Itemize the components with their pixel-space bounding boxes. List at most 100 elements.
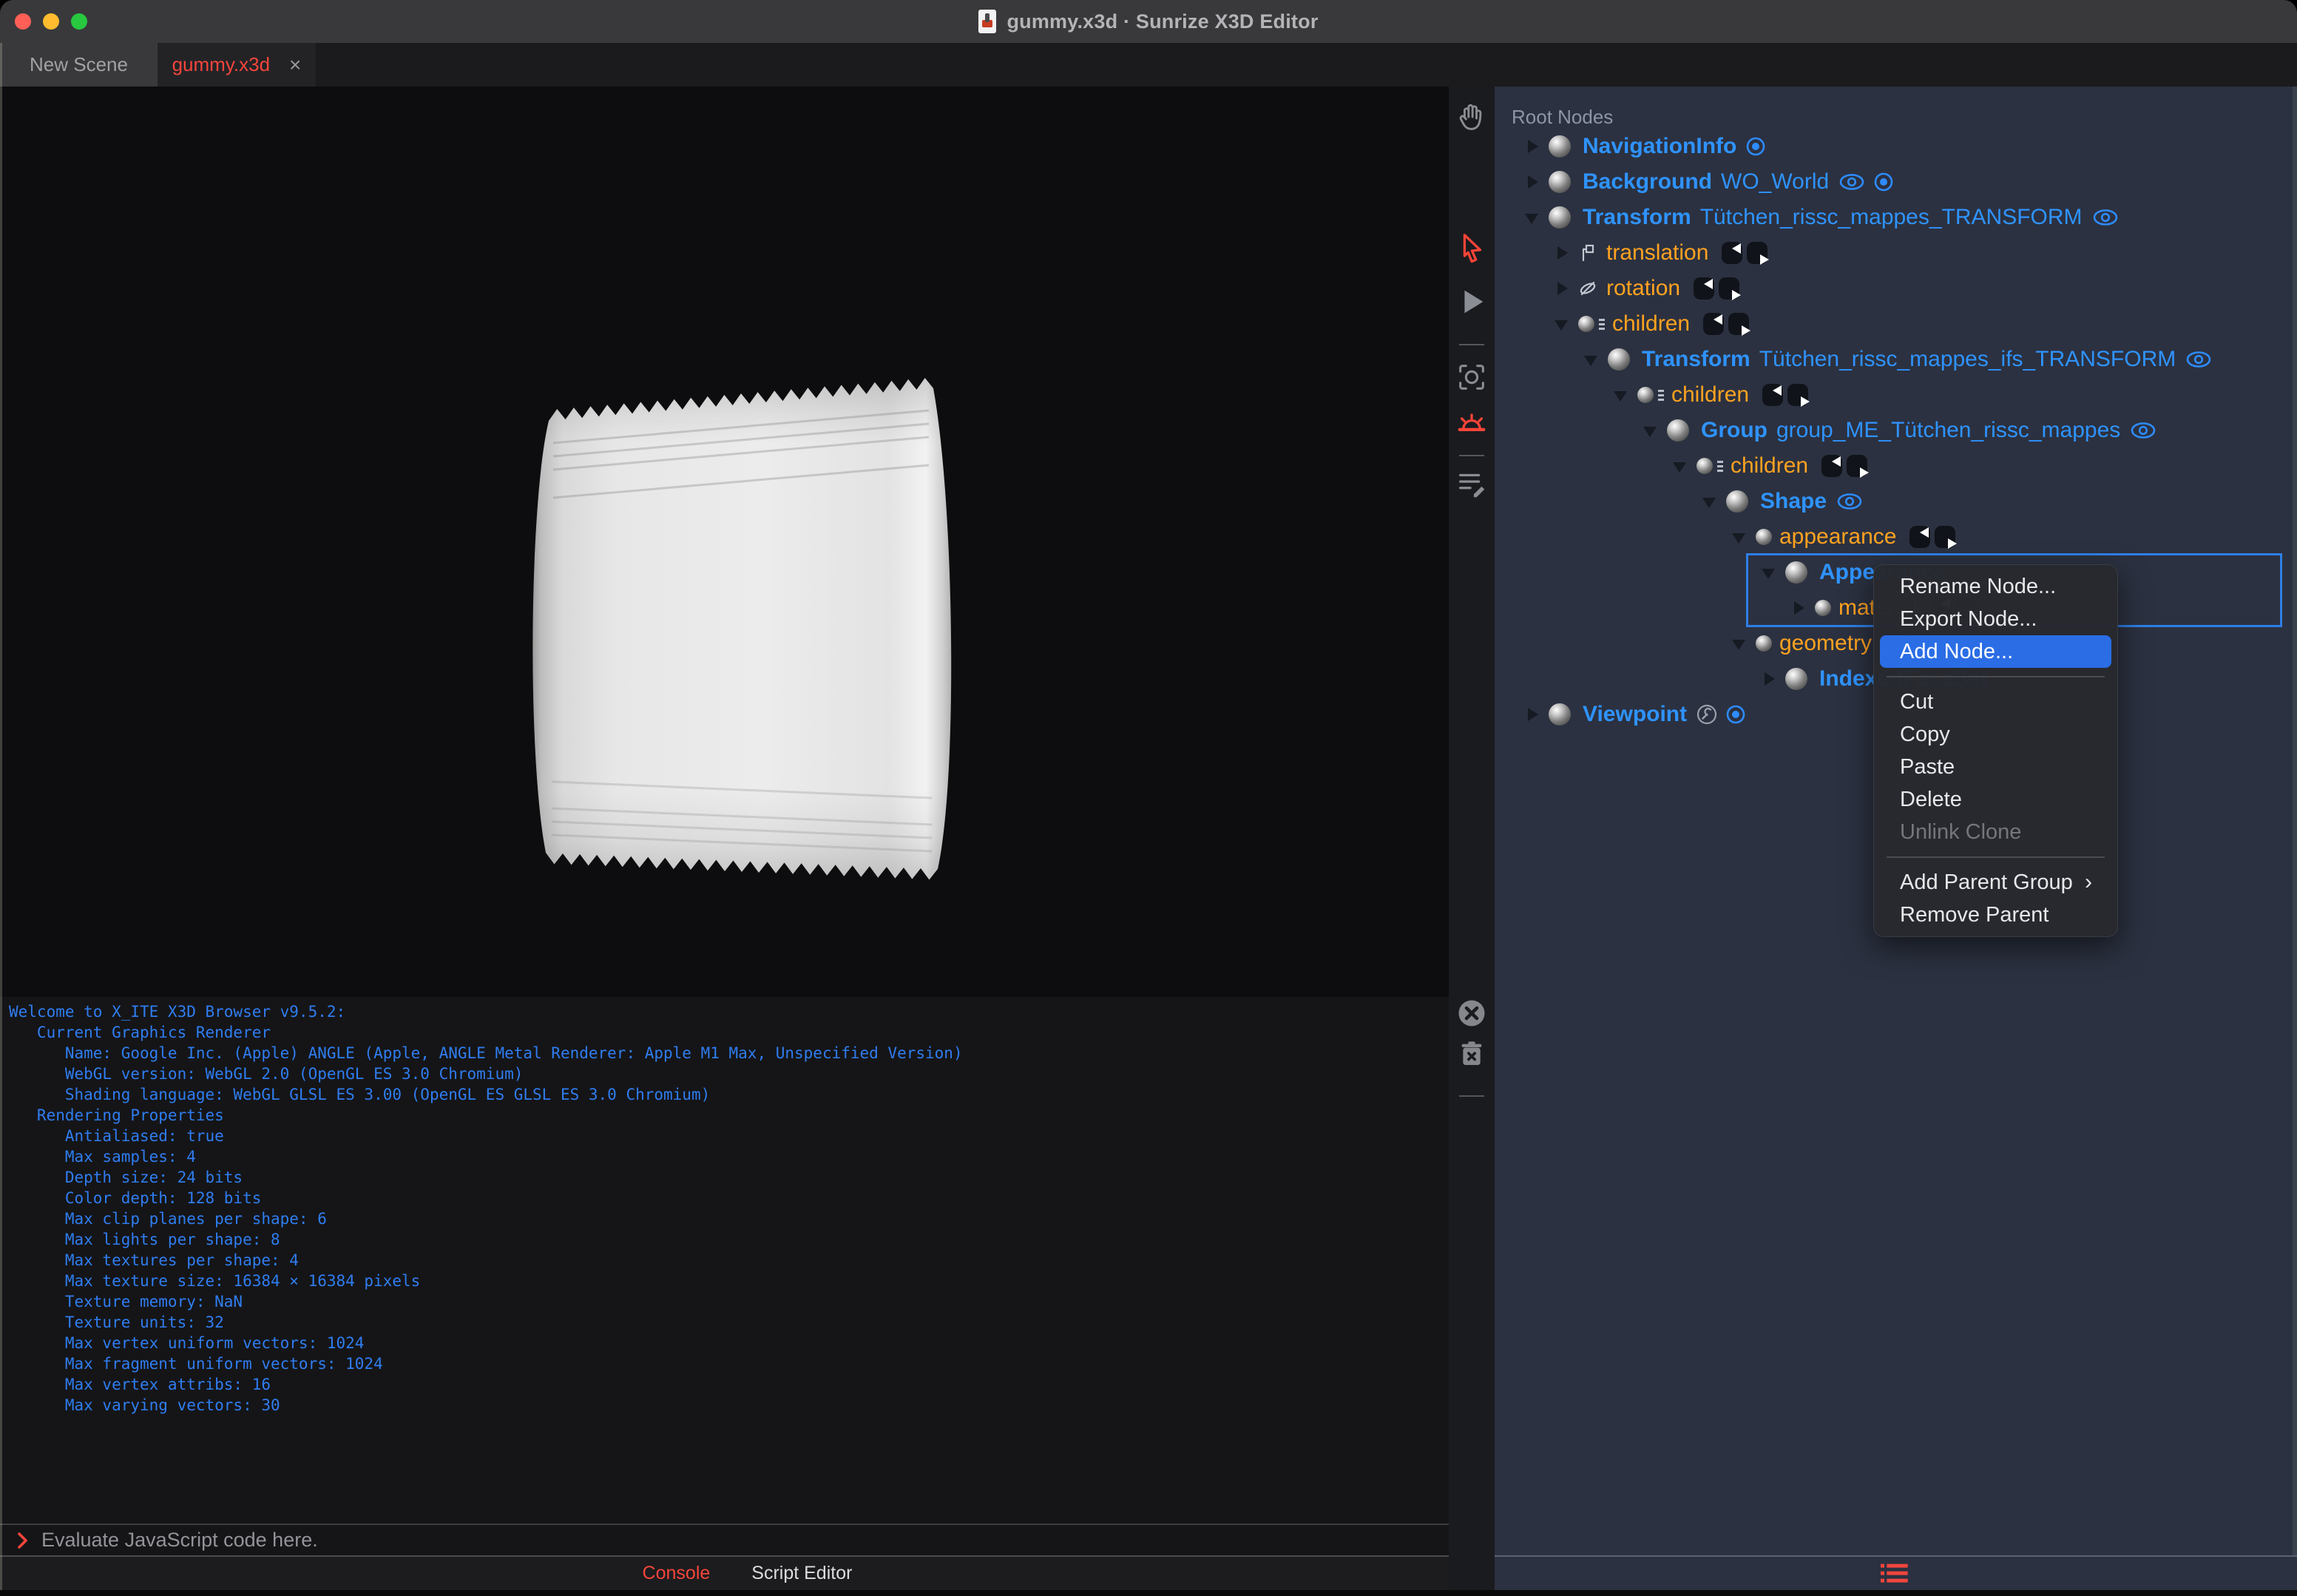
collapse-arrow-icon[interactable] xyxy=(1525,210,1540,225)
eye-icon[interactable] xyxy=(2129,421,2157,440)
menu-item-add-node[interactable]: Add Node... xyxy=(1880,635,2111,668)
collapse-arrow-icon[interactable] xyxy=(1673,459,1688,473)
expand-arrow-icon[interactable] xyxy=(1555,246,1569,260)
node-sphere-icon xyxy=(1785,668,1807,690)
expand-arrow-icon[interactable] xyxy=(1555,281,1569,296)
tab-close-icon[interactable]: × xyxy=(289,53,301,77)
collapse-arrow-icon[interactable] xyxy=(1702,494,1717,509)
console-input-placeholder: Evaluate JavaScript code here. xyxy=(41,1529,318,1551)
menu-item-label: Copy xyxy=(1900,722,1950,746)
bind-icon[interactable] xyxy=(1725,704,1746,725)
route-connectors-icon[interactable] xyxy=(1761,382,1813,408)
node-type-label: NavigationInfo xyxy=(1583,134,1737,158)
toolbar-divider xyxy=(1459,344,1484,345)
menu-item-cut[interactable]: Cut xyxy=(1880,686,2111,718)
pan-hand-button[interactable] xyxy=(1449,101,1495,135)
field-node-sphere-icon xyxy=(1756,635,1772,652)
expand-arrow-icon[interactable] xyxy=(1762,672,1776,686)
node-type-label: Transform xyxy=(1583,205,1691,229)
collapse-arrow-icon[interactable] xyxy=(1762,565,1776,580)
tab-script-editor[interactable]: Script Editor xyxy=(751,1563,852,1584)
menu-item-export-node[interactable]: Export Node... xyxy=(1880,603,2111,635)
console-input[interactable]: Evaluate JavaScript code here. xyxy=(0,1524,1449,1555)
menu-item-remove-parent[interactable]: Remove Parent xyxy=(1880,899,2111,931)
tool-icon[interactable] xyxy=(1696,703,1718,726)
sunrise-light-button[interactable] xyxy=(1449,408,1495,442)
route-connectors-icon[interactable] xyxy=(1820,453,1872,479)
expand-arrow-icon[interactable] xyxy=(1525,707,1540,722)
outline-editor-panel: Root Nodes NavigationInfo Background WO_Wo… xyxy=(1495,87,2297,1555)
menu-item-add-parent-group[interactable]: Add Parent Group › xyxy=(1880,866,2111,899)
collapse-arrow-icon[interactable] xyxy=(1732,530,1747,544)
tab-label: New Scene xyxy=(30,53,128,75)
node-sphere-icon xyxy=(1549,206,1571,229)
3d-viewport[interactable] xyxy=(0,87,1449,997)
collapse-arrow-icon[interactable] xyxy=(1614,388,1628,402)
play-button[interactable] xyxy=(1449,285,1495,319)
eye-icon[interactable] xyxy=(1836,492,1864,511)
route-connectors-icon[interactable] xyxy=(1720,240,1772,266)
menu-item-unlink-clone: Unlink Clone xyxy=(1880,816,2111,848)
field-node-sphere-icon xyxy=(1578,316,1594,332)
node-def-name: group_ME_Tütchen_rissc_mappes xyxy=(1776,418,2121,442)
tree-row-appearance[interactable]: appearance xyxy=(1495,519,2297,555)
script-edit-icon xyxy=(1459,473,1485,498)
node-type-label: Group xyxy=(1701,418,1767,442)
tab-console[interactable]: Console xyxy=(643,1563,711,1584)
eye-icon[interactable] xyxy=(1838,172,1866,192)
tree-row-group[interactable]: Group group_ME_Tütchen_rissc_mappes xyxy=(1495,413,2297,448)
collapse-arrow-icon[interactable] xyxy=(1643,423,1658,438)
eye-icon[interactable] xyxy=(2091,208,2120,227)
collapse-arrow-icon[interactable] xyxy=(1732,636,1747,651)
tree-row-rotation[interactable]: rotation xyxy=(1495,271,2297,306)
menu-item-rename-node[interactable]: Rename Node... xyxy=(1880,570,2111,603)
route-connectors-icon[interactable] xyxy=(1692,275,1744,302)
panel-scroll-edge[interactable] xyxy=(2293,87,2297,1555)
tab-new-scene[interactable]: New Scene xyxy=(0,43,158,87)
console-output[interactable]: Welcome to X_ITE X3D Browser v9.5.2: Cur… xyxy=(0,997,1449,1524)
bind-icon[interactable] xyxy=(1873,172,1894,192)
menu-item-copy[interactable]: Copy xyxy=(1880,718,2111,751)
route-connectors-icon[interactable] xyxy=(1702,311,1753,337)
tree-row-background[interactable]: Background WO_World xyxy=(1495,164,2297,200)
menu-separator xyxy=(1887,856,2105,858)
viewfinder-icon xyxy=(1459,365,1484,390)
node-def-name: Tütchen_rissc_mappes_ifs_TRANSFORM xyxy=(1759,347,2176,371)
eye-icon[interactable] xyxy=(2185,350,2213,369)
field-name-label: translation xyxy=(1606,240,1709,265)
rotation-field-icon xyxy=(1580,281,1596,296)
close-console-button[interactable] xyxy=(1449,998,1495,1029)
menu-item-label: Unlink Clone xyxy=(1900,819,2022,844)
tree-row-children[interactable]: children xyxy=(1495,306,2297,342)
menu-separator xyxy=(1887,676,2105,677)
tree-row-shape[interactable]: Shape xyxy=(1495,484,2297,519)
viewfinder-button[interactable] xyxy=(1449,360,1495,394)
field-name-label: children xyxy=(1671,382,1750,407)
script-editor-button[interactable] xyxy=(1449,467,1495,501)
collapse-arrow-icon[interactable] xyxy=(1555,317,1569,331)
expand-arrow-icon[interactable] xyxy=(1525,175,1540,189)
menu-item-paste[interactable]: Paste xyxy=(1880,751,2111,783)
tree-row-transform[interactable]: Transform Tütchen_rissc_mappes_ifs_TRANSF… xyxy=(1495,342,2297,377)
tree-row-children[interactable]: children xyxy=(1495,448,2297,484)
menu-item-delete[interactable]: Delete xyxy=(1880,783,2111,816)
collapse-arrow-icon[interactable] xyxy=(1584,352,1599,367)
field-name-label: rotation xyxy=(1606,276,1681,300)
node-def-name: WO_World xyxy=(1721,169,1830,194)
route-connectors-icon[interactable] xyxy=(1908,524,1960,550)
multi-node-dashes-icon xyxy=(1658,389,1664,401)
expand-arrow-icon[interactable] xyxy=(1525,139,1540,154)
toolbar-divider xyxy=(1459,455,1484,456)
tree-row-children[interactable]: children xyxy=(1495,377,2297,413)
tree-row-translation[interactable]: translation xyxy=(1495,235,2297,271)
outline-list-icon[interactable] xyxy=(1881,1561,1910,1586)
expand-arrow-icon[interactable] xyxy=(1791,601,1806,615)
menu-item-label: Export Node... xyxy=(1900,606,2037,631)
bind-icon[interactable] xyxy=(1745,136,1766,157)
clear-console-button[interactable] xyxy=(1449,1039,1495,1069)
field-name-label: children xyxy=(1731,453,1809,478)
tab-gummy-x3d[interactable]: gummy.x3d × xyxy=(158,43,316,87)
tree-row-navigationinfo[interactable]: NavigationInfo xyxy=(1495,129,2297,164)
select-arrow-button[interactable] xyxy=(1449,231,1495,266)
tree-row-transform[interactable]: Transform Tütchen_rissc_mappes_TRANSFORM xyxy=(1495,200,2297,235)
